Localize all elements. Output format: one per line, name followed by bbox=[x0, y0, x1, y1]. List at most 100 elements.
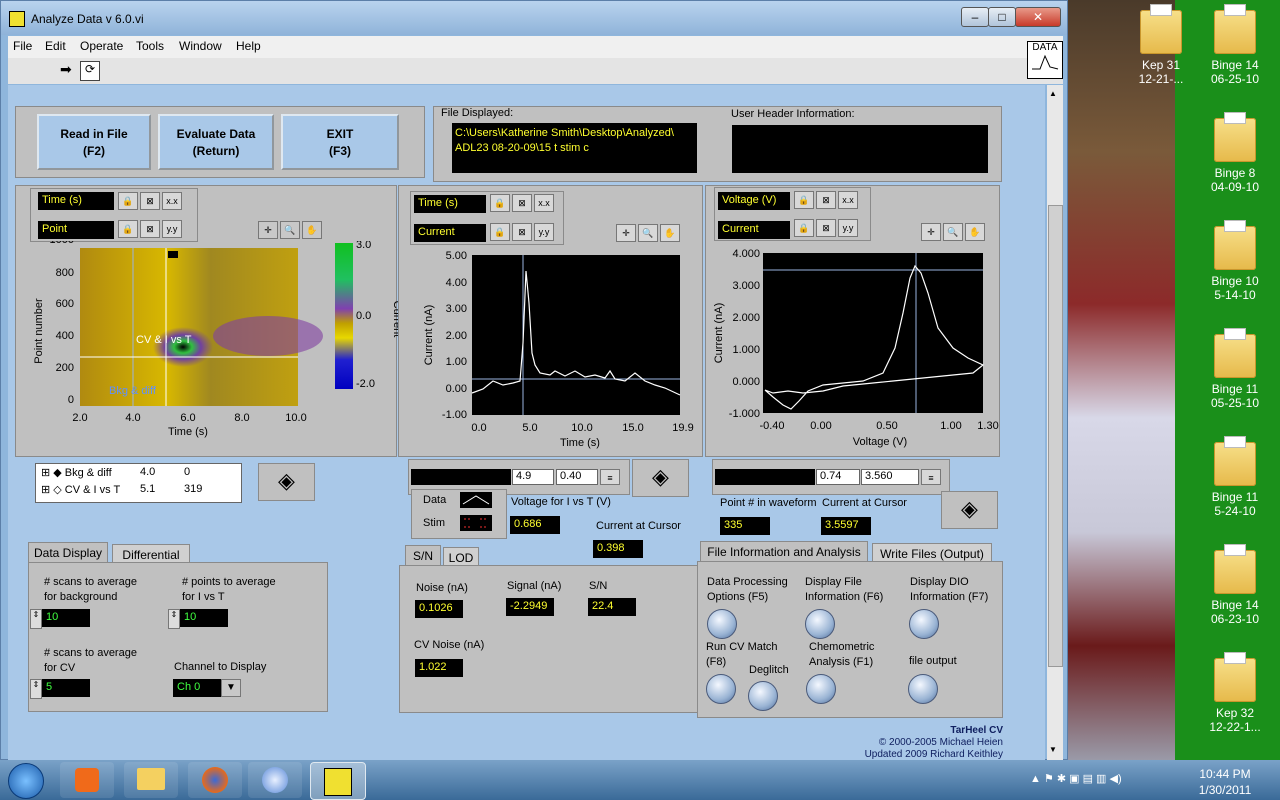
colorplot-y-axis-select[interactable]: Point bbox=[38, 221, 114, 239]
zoom-tool-icon[interactable]: 🔍 bbox=[280, 221, 300, 239]
desktop-icon-binge11a[interactable]: Binge 11 05-25-10 bbox=[1190, 328, 1280, 428]
cursor-tool-icon[interactable]: ✛ bbox=[258, 221, 278, 239]
taskbar-explorer-icon[interactable] bbox=[124, 762, 178, 798]
pan-tool-icon[interactable]: ✋ bbox=[965, 223, 985, 241]
vertical-scrollbar[interactable]: ▲ ▼ bbox=[1047, 85, 1063, 761]
data-processing-button[interactable] bbox=[707, 609, 737, 639]
cursor-y: 0 bbox=[184, 466, 191, 478]
desktop-icon-binge11b[interactable]: Binge 11 5-24-10 bbox=[1190, 436, 1280, 536]
itplot-cursor-move-pad[interactable]: ◈ bbox=[632, 459, 689, 497]
y-format-icon[interactable]: y.y bbox=[838, 219, 858, 237]
lock-icon[interactable]: 🔒 bbox=[794, 191, 814, 209]
lock-icon[interactable]: 🔒 bbox=[794, 219, 814, 237]
cursor-move-pad[interactable]: ◈ bbox=[258, 463, 315, 501]
color-scale-tick: -2.0 bbox=[356, 378, 375, 390]
pan-tool-icon[interactable]: ✋ bbox=[302, 221, 322, 239]
x-autoscale-icon[interactable]: ⊠ bbox=[816, 191, 836, 209]
deglitch-button[interactable] bbox=[748, 681, 778, 711]
x-format-icon[interactable]: x.x bbox=[534, 194, 554, 212]
lock-icon[interactable]: 🔒 bbox=[118, 220, 138, 238]
menu-file[interactable]: File bbox=[13, 39, 32, 53]
channel-select[interactable]: Ch 0 bbox=[173, 679, 221, 697]
minimize-button[interactable]: – bbox=[961, 7, 989, 27]
cursor-lock-icon[interactable]: ≡ bbox=[921, 469, 941, 485]
cursor-row[interactable]: ⊞ ◆ Bkg & diff bbox=[41, 466, 112, 479]
tray-icons[interactable]: ▲ ⚑ ✱ ▣ ▤ ▥ ◀) bbox=[1030, 772, 1122, 785]
lock-icon[interactable]: 🔒 bbox=[118, 192, 138, 210]
lock-icon[interactable]: 🔒 bbox=[490, 194, 510, 212]
user-header-field[interactable] bbox=[732, 125, 988, 173]
y-autoscale-icon[interactable]: ⊠ bbox=[816, 219, 836, 237]
pan-tool-icon[interactable]: ✋ bbox=[660, 224, 680, 242]
display-file-info-button[interactable] bbox=[805, 609, 835, 639]
cvplot-x-axis-select[interactable]: Voltage (V) bbox=[718, 192, 790, 210]
itplot-y-axis-select[interactable]: Current bbox=[414, 224, 486, 242]
y-format-icon[interactable]: y.y bbox=[534, 223, 554, 241]
cursor-lock-icon[interactable]: ≡ bbox=[600, 469, 620, 485]
run-continuously-icon[interactable]: ⟳ bbox=[80, 61, 100, 81]
y-autoscale-icon[interactable]: ⊠ bbox=[512, 223, 532, 241]
taskbar-firefox-icon[interactable] bbox=[188, 762, 242, 798]
desktop-icon-kep32[interactable]: Kep 32 12-22-1... bbox=[1190, 652, 1280, 752]
x-autoscale-icon[interactable]: ⊠ bbox=[140, 192, 160, 210]
y-format-icon[interactable]: y.y bbox=[162, 220, 182, 238]
cursor-tool-icon[interactable]: ✛ bbox=[921, 223, 941, 241]
desktop-icon-binge14a[interactable]: Binge 14 06-25-10 bbox=[1190, 4, 1280, 104]
menu-edit[interactable]: Edit bbox=[45, 39, 66, 53]
run-arrow-icon[interactable]: ➡ bbox=[60, 61, 78, 79]
bg-scans-input[interactable]: 10 bbox=[42, 609, 90, 627]
cursor-tool-icon[interactable]: ✛ bbox=[616, 224, 636, 242]
scroll-thumb[interactable] bbox=[1048, 205, 1063, 667]
exit-button[interactable]: EXIT (F3) bbox=[281, 114, 399, 170]
menu-tools[interactable]: Tools bbox=[136, 39, 164, 53]
cvplot-cursor-move-pad[interactable]: ◈ bbox=[941, 491, 998, 529]
folder-icon bbox=[1214, 328, 1256, 378]
chemometric-button[interactable] bbox=[806, 674, 836, 704]
cv-scans-stepper[interactable]: ⇕ bbox=[30, 679, 42, 699]
colorplot-x-axis-select[interactable]: Time (s) bbox=[38, 192, 114, 210]
start-button[interactable] bbox=[8, 763, 44, 799]
clock[interactable]: 10:44 PM 1/30/2011 bbox=[1195, 766, 1255, 798]
points-average-stepper[interactable]: ⇕ bbox=[168, 609, 180, 629]
tab-sn[interactable]: S/N bbox=[405, 545, 441, 566]
menu-operate[interactable]: Operate bbox=[80, 39, 123, 53]
tab-data-display[interactable]: Data Display bbox=[28, 542, 108, 563]
itplot-area[interactable] bbox=[472, 255, 680, 415]
taskbar-media-player-icon[interactable] bbox=[60, 762, 114, 798]
y-autoscale-icon[interactable]: ⊠ bbox=[140, 220, 160, 238]
points-average-input[interactable]: 10 bbox=[180, 609, 228, 627]
run-cv-match-button[interactable] bbox=[706, 674, 736, 704]
cvplot-y-axis-select[interactable]: Current bbox=[718, 221, 790, 239]
maximize-button[interactable]: □ bbox=[988, 7, 1016, 27]
desktop-icon-binge8[interactable]: Binge 8 04-09-10 bbox=[1190, 112, 1280, 212]
scroll-down-icon[interactable]: ▼ bbox=[1049, 745, 1057, 754]
read-in-file-button[interactable]: Read in File (F2) bbox=[37, 114, 151, 170]
scroll-up-icon[interactable]: ▲ bbox=[1049, 89, 1057, 98]
cv-scans-input[interactable]: 5 bbox=[42, 679, 90, 697]
desktop-icon-binge14b[interactable]: Binge 14 06-23-10 bbox=[1190, 544, 1280, 644]
zoom-tool-icon[interactable]: 🔍 bbox=[638, 224, 658, 242]
x-format-icon[interactable]: x.x bbox=[838, 191, 858, 209]
x-autoscale-icon[interactable]: ⊠ bbox=[512, 194, 532, 212]
menu-help[interactable]: Help bbox=[236, 39, 261, 53]
zoom-tool-icon[interactable]: 🔍 bbox=[943, 223, 963, 241]
menu-window[interactable]: Window bbox=[179, 39, 222, 53]
cvplot-area[interactable] bbox=[763, 253, 983, 413]
chevron-down-icon[interactable]: ▼ bbox=[221, 679, 241, 697]
tab-file-information[interactable]: File Information and Analysis bbox=[700, 541, 868, 562]
lock-icon[interactable]: 🔒 bbox=[490, 223, 510, 241]
file-output-button[interactable] bbox=[908, 674, 938, 704]
cursor-list[interactable]: ⊞ ◆ Bkg & diff 4.0 0 ⊞ ◇ CV & I vs T 5.1… bbox=[35, 463, 242, 503]
bg-scans-stepper[interactable]: ⇕ bbox=[30, 609, 42, 629]
evaluate-data-button[interactable]: Evaluate Data (Return) bbox=[158, 114, 274, 170]
itplot-cursor-name bbox=[411, 469, 511, 485]
cursor-row[interactable]: ⊞ ◇ CV & I vs T bbox=[41, 483, 120, 496]
desktop-icon-binge10[interactable]: Binge 10 5-14-10 bbox=[1190, 220, 1280, 320]
taskbar-labview-icon[interactable] bbox=[310, 762, 366, 800]
close-button[interactable]: ✕ bbox=[1015, 7, 1061, 27]
display-dio-button[interactable] bbox=[909, 609, 939, 639]
x-format-icon[interactable]: x.x bbox=[162, 192, 182, 210]
itplot-x-axis-select[interactable]: Time (s) bbox=[414, 195, 486, 213]
taskbar-itunes-icon[interactable] bbox=[248, 762, 302, 798]
title-bar[interactable]: Analyze Data v 6.0.vi – □ ✕ bbox=[1, 1, 1067, 35]
